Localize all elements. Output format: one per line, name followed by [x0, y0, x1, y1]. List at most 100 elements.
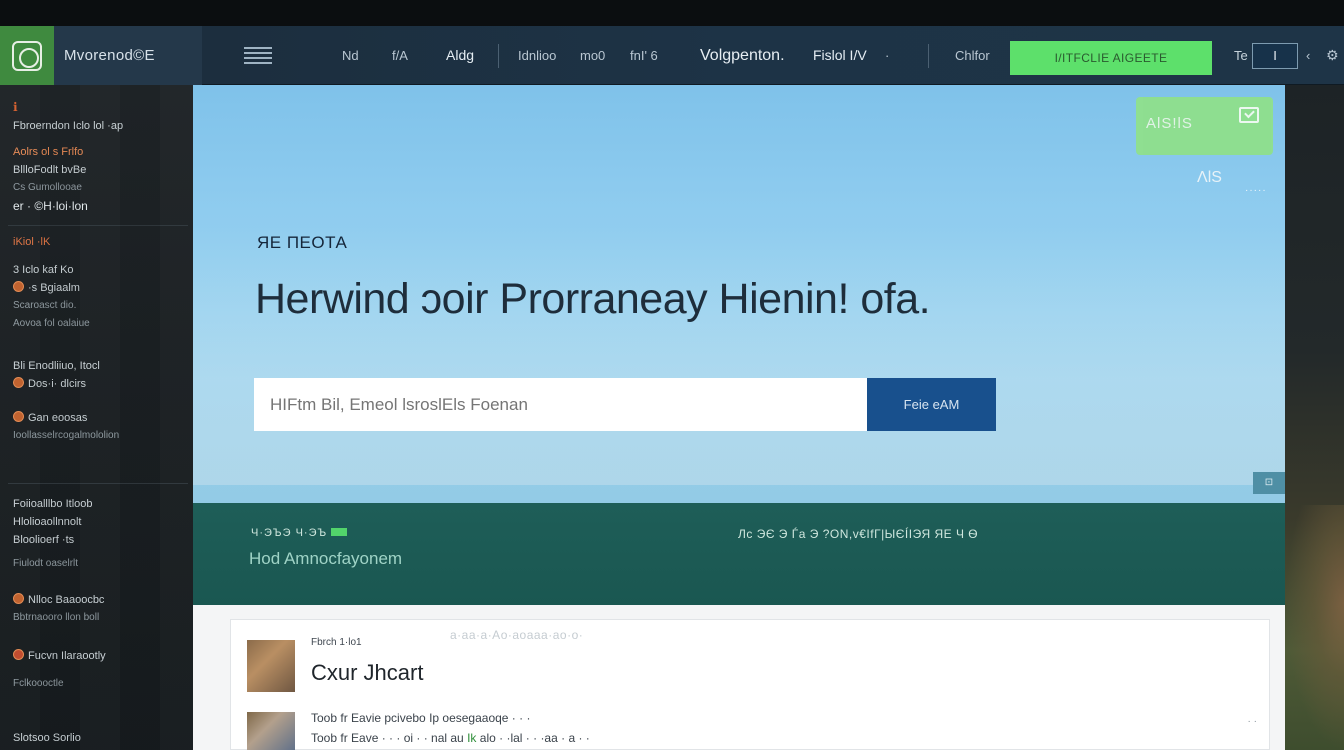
circle-icon — [13, 411, 24, 422]
hero-eyebrow: ЯЕ ПЕОТА — [257, 233, 348, 252]
sidebar-item-label: Gan eoosas — [28, 412, 88, 424]
band-kicker-text: Ч·ЭЪЭ Ч·ЭЪ — [251, 527, 328, 539]
sidebar-item-label: ·s Bgiaalm — [28, 282, 80, 294]
sidebar-item-label: Dos·i· dlcirs — [28, 378, 87, 390]
sidebar-item[interactable]: ·s Bgiaalm — [0, 279, 193, 297]
search-button[interactable]: Feie eAM — [867, 378, 996, 431]
sidebar-group: Nlloc Baaoocbc Bbtrnaooro llon boll — [0, 591, 193, 627]
app-window: Mvorenod©E Nd f/A Aldg Idnlioo mo0 fnI' … — [0, 0, 1344, 750]
hero-badge[interactable]: ΑlS!lS — [1136, 97, 1273, 155]
list-item-text: Toob fr Eave · · · oi · · nal au — [311, 731, 464, 745]
nav-item-right[interactable]: Chlfor — [955, 26, 990, 85]
sidebar-group: 3 Iclo kaf Ko ·s Bgiaalm Scaroasct dio. … — [0, 261, 193, 333]
hero-title: Herwind ɔoir Prorraneay Hienin! ofa. — [255, 275, 931, 323]
hero-section: ЯЕ ПЕОТА Herwind ɔoir Prorraneay Hienin!… — [193, 85, 1285, 503]
scroll-button[interactable]: ⊡ — [1253, 472, 1285, 494]
band-right-text: Лс ЭЄ Э Ѓа Э ?ОN,v€IfГ|ЫЄÍІЭЯ ЯЕ Ч Ѳ — [738, 527, 979, 541]
sidebar-group: Fucvn Ilaraootly Fclkoooctle — [0, 647, 193, 693]
logo[interactable] — [0, 26, 54, 85]
search-input[interactable] — [254, 378, 867, 431]
band-title: Hod Amnocfayonem — [249, 549, 403, 568]
sidebar-item[interactable]: Scaroasct dio. — [0, 297, 193, 315]
lang-prefix: Te — [1234, 48, 1248, 63]
sidebar-item-label: Fucvn Ilaraootly — [28, 650, 106, 662]
hero-background — [193, 225, 1285, 485]
list-item-text: alo · ·lal · · ·aa · a · · — [479, 731, 590, 745]
cta-button[interactable]: I/ITFCLIE AIGEETE — [1010, 41, 1212, 75]
nav-item-1[interactable]: Nd — [342, 26, 359, 85]
circle-icon — [13, 649, 24, 660]
sidebar-group: ℹ Fbroerndon Iclo lol ·ap — [0, 97, 193, 135]
list-item[interactable]: Toob fr Eavie pcivebo Ip oesegaaoqe · · … — [311, 711, 530, 725]
sidebar-item[interactable]: Bbtrnaooro llon boll — [0, 609, 193, 627]
nav-item-6[interactable]: fnI' 6 — [630, 26, 658, 85]
circle-icon — [13, 593, 24, 604]
sidebar-divider — [8, 483, 188, 484]
language-toggle[interactable]: I — [1252, 43, 1298, 69]
thumbnail-image[interactable] — [247, 712, 295, 750]
right-edge-panel — [1285, 85, 1344, 750]
card-corner-dots: · · — [1247, 716, 1257, 727]
content-card[interactable]: a·aa·a·Ao·aoaaa·ao·o· Fbrch 1·lo1 Cxur J… — [230, 619, 1270, 750]
chevron-left-icon[interactable]: ‹ — [1306, 26, 1310, 85]
nav-item-3[interactable]: Aldg — [446, 26, 474, 85]
content-area: a·aa·a·Ao·aoaaa·ao·o· Fbrch 1·lo1 Cxur J… — [193, 605, 1285, 750]
sidebar-item[interactable]: Gan eoosas — [0, 409, 193, 427]
brand-name[interactable]: Mvorenod©E — [54, 26, 202, 85]
sidebar-accent-item[interactable]: iKiol ·lK — [0, 233, 50, 251]
info-band: Ч·ЭЪЭ Ч·ЭЪ Hod Amnocfayonem Лс ЭЄ Э Ѓа Э… — [193, 503, 1285, 605]
hero-side-dots: ····· — [1245, 185, 1267, 196]
sidebar-group: Slotsoo Sorlio — [0, 729, 193, 747]
top-strip — [0, 0, 1344, 26]
list-item[interactable]: Toob fr Eave · · · oi · · nal au Ik alo … — [311, 731, 590, 745]
sidebar: ℹ Fbroerndon Iclo lol ·ap Aolrs ol s Frl… — [0, 85, 193, 750]
sidebar-divider — [8, 225, 188, 226]
gear-icon[interactable]: ⚙ — [1326, 26, 1339, 85]
sidebar-group: Aolrs ol s Frlfo BllloFodlt bvBe Cs Gumo… — [0, 143, 193, 197]
nav-separator — [928, 44, 929, 68]
sidebar-item[interactable]: Bloolioerf ·ts — [0, 531, 193, 549]
sidebar-item[interactable]: Dos·i· dlcirs — [0, 375, 193, 393]
sidebar-item[interactable]: Foiioalllbo Itloob — [0, 495, 193, 513]
mail-check-icon — [1239, 107, 1259, 123]
sidebar-item[interactable]: 3 Iclo kaf Ko — [0, 261, 193, 279]
card-title[interactable]: Cxur Jhcart — [311, 660, 423, 686]
card-faded-text: a·aa·a·Ao·aoaaa·ao·o· — [450, 628, 584, 642]
top-navbar: Mvorenod©E Nd f/A Aldg Idnlioo mo0 fnI' … — [0, 26, 1344, 85]
sidebar-item-label: Nlloc Baaoocbc — [28, 594, 105, 606]
info-icon: ℹ — [13, 100, 18, 114]
sidebar-item[interactable]: BllloFodlt bvBe — [0, 161, 193, 179]
sidebar-item[interactable]: Cs Gumollooae — [0, 179, 193, 197]
sidebar-item[interactable]: Aovoa fol oalaiue — [0, 315, 193, 333]
sidebar-group: er · ©H·loi·lon — [0, 197, 193, 215]
hero-badge-label: ΑlS!lS — [1146, 115, 1193, 132]
hero-side-text: ΛlS — [1197, 169, 1222, 186]
circle-icon — [13, 281, 24, 292]
sidebar-item[interactable]: Hlolioaollnnolt — [0, 513, 193, 531]
nav-separator — [498, 44, 499, 68]
sidebar-item[interactable]: Aolrs ol s Frlfo — [0, 143, 193, 161]
sidebar-item[interactable]: Fclkoooctle — [0, 675, 193, 693]
menu-icon[interactable] — [244, 44, 272, 66]
nav-item-secondary[interactable]: Fislol I/V — [813, 26, 867, 85]
nav-item-5[interactable]: mo0 — [580, 26, 605, 85]
nav-dot: · — [885, 48, 890, 63]
nav-item-primary[interactable]: Volgpenton. — [700, 26, 785, 85]
sidebar-item[interactable]: Ioollasselrcogalmololion — [0, 427, 193, 445]
tag-icon — [331, 528, 348, 536]
nav-item-4[interactable]: Idnlioo — [518, 26, 556, 85]
sidebar-item[interactable]: Fbroerndon Iclo lol ·ap — [0, 117, 193, 135]
sidebar-item[interactable]: Fiulodt oaselrlt — [0, 555, 193, 573]
list-item-highlight: Ik — [467, 731, 477, 745]
sidebar-item[interactable]: Slotsoo Sorlio — [0, 729, 193, 747]
card-kicker: Fbrch 1·lo1 — [311, 637, 362, 648]
sidebar-item[interactable]: Nlloc Baaoocbc — [0, 591, 193, 609]
nav-item-2[interactable]: f/A — [392, 26, 408, 85]
sidebar-group: Bli Enodliiuo, Itocl Dos·i· dlcirs Gan e… — [0, 357, 193, 445]
background-image — [1285, 505, 1344, 750]
sidebar-item[interactable]: Bli Enodliiuo, Itocl — [0, 357, 193, 375]
sidebar-group: Foiioalllbo Itloob Hlolioaollnnolt Blool… — [0, 495, 193, 573]
thumbnail-image[interactable] — [247, 640, 295, 692]
sidebar-item[interactable]: Fucvn Ilaraootly — [0, 647, 193, 665]
sidebar-item[interactable]: er · ©H·loi·lon — [0, 197, 193, 215]
